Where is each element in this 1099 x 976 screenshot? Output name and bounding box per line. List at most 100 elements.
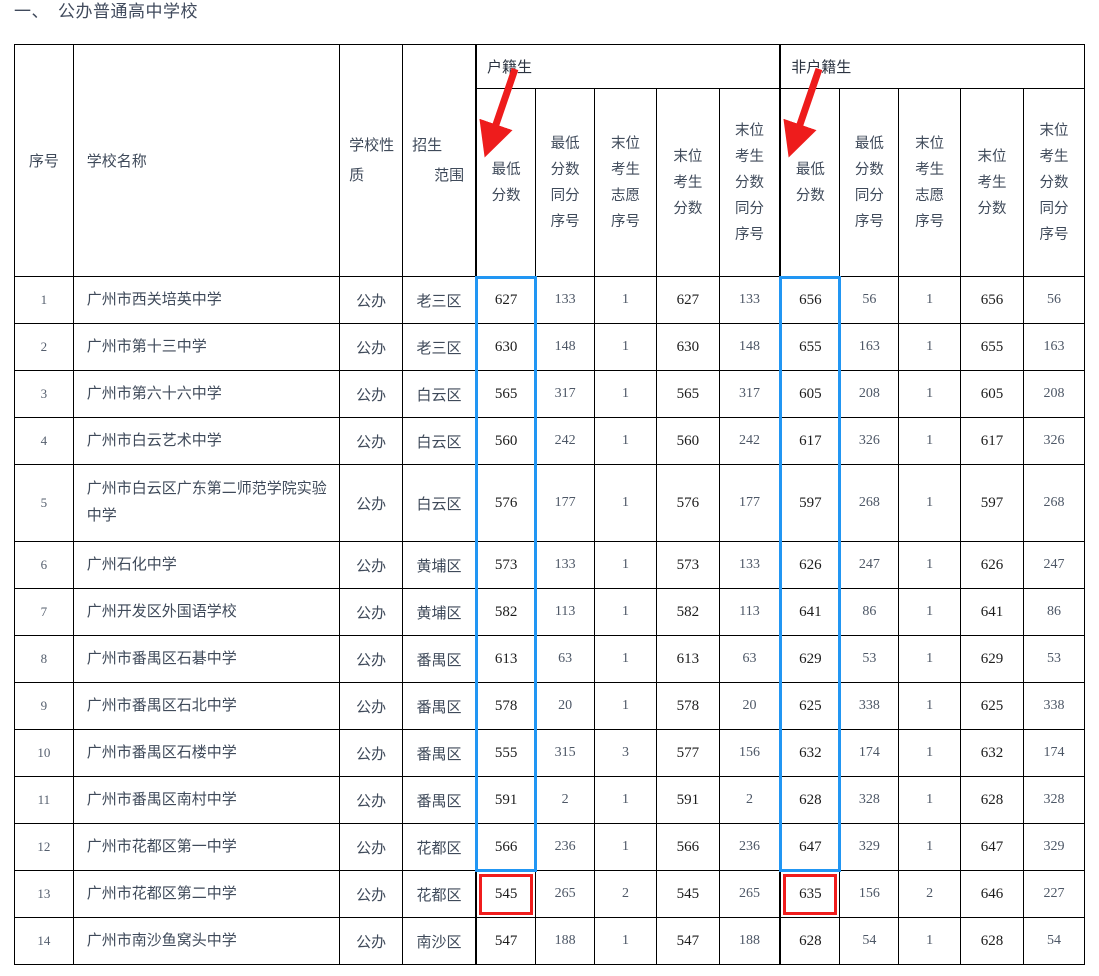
row-cell-seq: 3 [14, 370, 74, 418]
row-cell-huji-min-score-rank: 133 [535, 276, 596, 324]
row-cell-feihuji-min-score-rank: 247 [839, 541, 900, 589]
row-cell-school-type: 公办 [339, 276, 404, 324]
row-cell-seq: 4 [14, 417, 74, 465]
row-cell-huji-min-score-rank: 20 [535, 682, 596, 730]
row-cell-feihuji-min-score-rank: 338 [839, 682, 900, 730]
row-cell-feihuji-last-wish-rank: 2 [898, 870, 962, 918]
row-cell-huji-last-score-rank: 20 [718, 682, 781, 730]
row-cell-school-name: 广州市南沙鱼窝头中学 [72, 917, 341, 965]
row-cell-school-type: 公办 [339, 464, 404, 542]
row-cell-enroll-range: 白云区 [402, 417, 477, 465]
subheader-feihuji-min-score-rank: 最低 分数 同分 序号 [839, 88, 900, 277]
row-cell-huji-min-score: 576 [475, 464, 537, 542]
row-cell-huji-min-score-rank: 317 [535, 370, 596, 418]
table-row: 13 广州市花都区第二中学 公办 花都区 545 265 2 545 265 635 156 2 646… [14, 870, 1085, 918]
row-cell-feihuji-last-score-rank: 329 [1023, 823, 1085, 871]
row-cell-feihuji-last-score: 625 [960, 682, 1025, 730]
row-cell-huji-min-score: 566 [475, 823, 537, 871]
row-cell-seq: 7 [14, 588, 74, 636]
row-cell-feihuji-min-score: 656 [779, 276, 841, 324]
row-cell-feihuji-last-score-rank: 163 [1023, 323, 1085, 371]
table-row: 4 广州市白云艺术中学 公办 白云区 560 242 1 560 242 617 326 1 617 32… [14, 417, 1085, 465]
line: 分数 [550, 161, 580, 178]
row-cell-huji-last-score-rank: 188 [718, 917, 781, 965]
table-row: 6 广州石化中学 公办 黄埔区 573 133 1 573 133 626 247 1 626 247 [14, 541, 1085, 589]
row-cell-huji-last-wish-rank: 3 [594, 729, 657, 777]
row-cell-huji-min-score-rank: 265 [535, 870, 596, 918]
row-cell-school-name: 广州市番禺区石碁中学 [72, 635, 341, 683]
row-cell-feihuji-last-score: 646 [960, 870, 1025, 918]
line: 末位 [977, 148, 1007, 165]
row-cell-huji-min-score-rank: 242 [535, 417, 596, 465]
row-cell-feihuji-min-score: 625 [779, 682, 841, 730]
row-cell-feihuji-last-score: 647 [960, 823, 1025, 871]
col-header-seq: 序号 [14, 44, 74, 277]
line: 末位 [1039, 122, 1069, 139]
row-cell-huji-last-score: 566 [655, 823, 720, 871]
line: 考生 [735, 148, 764, 165]
subheader-feihuji-last-score-rank: 末位 考生 分数 同分 序号 [1023, 88, 1085, 277]
row-cell-feihuji-min-score-rank: 208 [839, 370, 900, 418]
row-cell-feihuji-min-score-rank: 326 [839, 417, 900, 465]
subheader-huji-min-score-rank: 最低 分数 同分 序号 [535, 88, 596, 277]
line: 同分 [550, 187, 580, 204]
row-cell-huji-last-score-rank: 63 [718, 635, 781, 683]
line: 考生 [1039, 148, 1069, 165]
row-cell-huji-last-score: 545 [655, 870, 720, 918]
row-cell-feihuji-last-wish-rank: 1 [898, 276, 962, 324]
line: 序号 [854, 213, 884, 230]
row-cell-school-name: 广州市西关培英中学 [72, 276, 341, 324]
row-cell-feihuji-last-score-rank: 326 [1023, 417, 1085, 465]
row-cell-huji-last-wish-rank: 1 [594, 323, 657, 371]
row-cell-huji-min-score-rank: 188 [535, 917, 596, 965]
row-cell-huji-last-score: 547 [655, 917, 720, 965]
row-cell-feihuji-last-wish-rank: 1 [898, 635, 962, 683]
row-cell-seq: 2 [14, 323, 74, 371]
col-header-school-type-line1: 学校性 [349, 137, 395, 154]
row-cell-school-type: 公办 [339, 682, 404, 730]
row-cell-feihuji-min-score-rank: 174 [839, 729, 900, 777]
row-cell-huji-min-score: 573 [475, 541, 537, 589]
table-row: 12 广州市花都区第一中学 公办 花都区 566 236 1 566 236 647 329 1 647… [14, 823, 1085, 871]
row-cell-feihuji-last-wish-rank: 1 [898, 541, 962, 589]
row-cell-feihuji-last-score-rank: 338 [1023, 682, 1085, 730]
row-cell-feihuji-last-wish-rank: 1 [898, 464, 962, 542]
row-cell-feihuji-min-score: 617 [779, 417, 841, 465]
row-cell-huji-last-wish-rank: 1 [594, 370, 657, 418]
row-cell-feihuji-last-score-rank: 328 [1023, 776, 1085, 824]
row-cell-enroll-range: 番禺区 [402, 776, 477, 824]
row-cell-feihuji-last-wish-rank: 1 [898, 729, 962, 777]
line: 同分 [1039, 200, 1069, 217]
row-cell-enroll-range: 白云区 [402, 464, 477, 542]
row-cell-school-type: 公办 [339, 417, 404, 465]
line: 分数 [977, 200, 1007, 217]
row-cell-huji-min-score-rank: 148 [535, 323, 596, 371]
row-cell-school-type: 公办 [339, 729, 404, 777]
row-cell-school-name: 广州市第十三中学 [72, 323, 341, 371]
row-cell-seq: 12 [14, 823, 74, 871]
row-cell-school-name: 广州市番禺区石北中学 [72, 682, 341, 730]
row-cell-seq: 9 [14, 682, 74, 730]
col-header-enroll-range-line2: 范围 [434, 167, 465, 184]
row-cell-huji-min-score-rank: 315 [535, 729, 596, 777]
line: 序号 [735, 226, 764, 243]
row-cell-huji-last-score-rank: 113 [718, 588, 781, 636]
page-title-text: 公办普通高中学校 [58, 2, 198, 21]
row-cell-huji-last-wish-rank: 2 [594, 870, 657, 918]
row-cell-school-type: 公办 [339, 917, 404, 965]
row-cell-huji-last-wish-rank: 1 [594, 635, 657, 683]
line: 考生 [977, 174, 1007, 191]
page-title: 一、 公办普通高中学校 [14, 1, 198, 23]
row-cell-school-name: 广州市白云艺术中学 [72, 417, 341, 465]
row-cell-feihuji-min-score-rank: 56 [839, 276, 900, 324]
table-header: 序号 学校名称 学校性 质 招生 范围 户籍生 非户籍生 最低 分数 最低 分数… [14, 44, 1086, 277]
row-cell-school-name: 广州石化中学 [72, 541, 341, 589]
table-body: 1 广州市西关培英中学 公办 老三区 627 133 1 627 133 656 56 1 656 56 2… [14, 276, 1085, 965]
row-cell-enroll-range: 老三区 [402, 276, 477, 324]
row-cell-feihuji-last-score: 628 [960, 776, 1025, 824]
row-cell-huji-min-score: 613 [475, 635, 537, 683]
line: 分数 [854, 161, 884, 178]
row-cell-huji-min-score-rank: 236 [535, 823, 596, 871]
row-cell-enroll-range: 番禺区 [402, 729, 477, 777]
row-cell-huji-last-score-rank: 148 [718, 323, 781, 371]
